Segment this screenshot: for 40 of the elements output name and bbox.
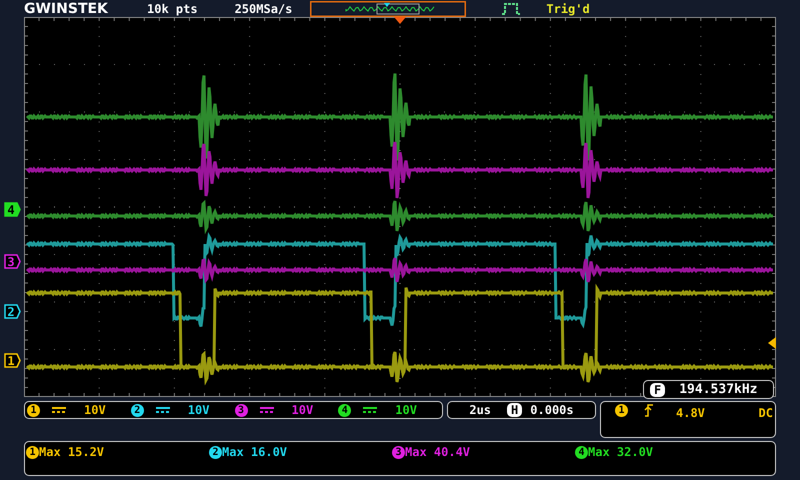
rising-edge-icon <box>644 404 654 417</box>
channel-badge: 4 <box>338 404 352 416</box>
trigger-status: Trig'd <box>546 0 590 18</box>
measurement-value: Max 40.4V <box>405 444 470 461</box>
trigger-position-marker <box>394 17 406 24</box>
channel-scale[interactable]: 10V <box>395 401 417 419</box>
channel-marker[interactable]: 3 <box>4 254 21 269</box>
trigger-source-badge: 1 <box>615 404 628 417</box>
channel-badge: 1 <box>27 404 40 416</box>
dc-coupling-icon <box>260 407 274 413</box>
horizontal-position-badge: H <box>507 403 522 417</box>
channel-badge: 4 <box>575 446 588 458</box>
trigger-level-marker <box>768 337 776 349</box>
channel-marker[interactable]: 4 <box>4 202 21 217</box>
pulse-icon <box>501 2 522 15</box>
channel-badge: 3 <box>392 446 405 458</box>
channel-marker[interactable]: 2 <box>4 304 21 319</box>
channel-scale[interactable]: 10V <box>188 401 210 419</box>
brand-logo: GWINSTEK <box>24 2 109 16</box>
record-length: 10k pts <box>147 0 198 18</box>
measurement-value: Max 15.2V <box>39 444 104 461</box>
frequency-value: 194.537kHz <box>679 380 758 399</box>
dc-coupling-icon <box>52 407 66 413</box>
channel-badge: 2 <box>130 404 144 416</box>
measurement-value: Max 32.0V <box>588 444 654 461</box>
dc-coupling-icon <box>363 407 378 413</box>
channel-badge: 3 <box>234 404 248 416</box>
sample-rate: 250MSa/s <box>234 0 292 18</box>
channel-badge: 1 <box>26 446 39 458</box>
trigger-level[interactable]: 4.8V <box>676 404 705 422</box>
channel-marker[interactable]: 1 <box>4 353 21 368</box>
channel-scale[interactable]: 10V <box>84 401 106 419</box>
time-scale[interactable]: 2us <box>469 401 492 419</box>
dc-coupling-icon <box>156 407 170 413</box>
channel-badge: 2 <box>209 446 222 458</box>
frequency-badge: F <box>650 382 666 396</box>
horizontal-position[interactable]: 0.000s <box>530 401 574 419</box>
channel-scale[interactable]: 10V <box>292 401 314 419</box>
trigger-coupling[interactable]: DC <box>758 404 773 422</box>
measurement-value: Max 16.0V <box>222 444 288 461</box>
